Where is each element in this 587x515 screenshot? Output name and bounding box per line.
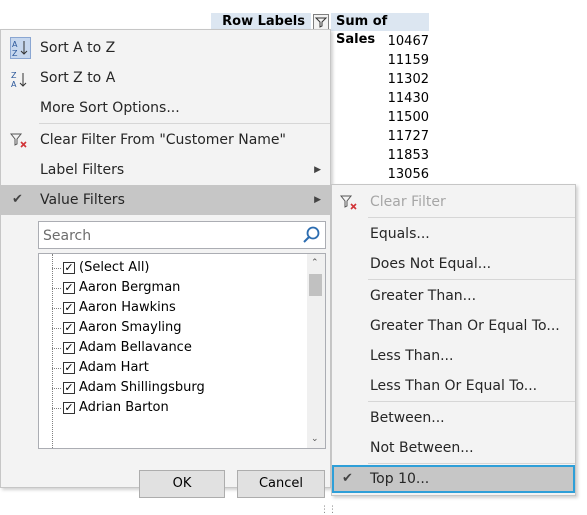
clear-filter-subitem[interactable]: Clear Filter <box>332 187 575 217</box>
menu-divider <box>368 463 575 464</box>
more-sort-options-item[interactable]: More Sort Options... <box>1 93 330 123</box>
submenu-arrow-icon: ▶ <box>314 195 321 205</box>
customer-list-item[interactable]: ✓ Aaron Hawkins <box>39 298 301 318</box>
top-10-label: Top 10... <box>370 471 430 487</box>
less-than-label: Less Than... <box>370 348 454 364</box>
sort-ascending-icon: AZ <box>10 37 31 59</box>
not-between-label: Not Between... <box>370 440 474 456</box>
svg-text:Z: Z <box>11 71 17 80</box>
sales-value-cell[interactable]: 11853 <box>331 146 429 165</box>
filter-dropdown-button[interactable] <box>313 14 329 30</box>
sort-descending-icon: ZA <box>10 70 28 89</box>
greater-than-item[interactable]: Greater Than... <box>332 281 575 311</box>
greater-than-label: Greater Than... <box>370 288 477 304</box>
customer-name-label: Aaron Smayling <box>79 320 182 335</box>
does-not-equal-label: Does Not Equal... <box>370 256 492 272</box>
customer-list-item[interactable]: ✓ Aaron Bergman <box>39 278 301 298</box>
customer-name-label: Adam Bellavance <box>79 340 192 355</box>
clear-filter-icon <box>9 132 28 148</box>
search-input[interactable] <box>41 225 300 247</box>
value-filters-label: Value Filters <box>40 192 125 208</box>
sales-value-cell[interactable]: 11430 <box>331 89 429 108</box>
sort-a-to-z-label: Sort A to Z <box>40 40 116 56</box>
customer-list-item[interactable]: ✓ Adam Shillingsburg <box>39 378 301 398</box>
customer-list-item[interactable]: ✓ Adam Hart <box>39 358 301 378</box>
scroll-down-icon[interactable]: ⌄ <box>311 434 319 444</box>
filter-menu: AZ Sort A to Z ZA Sort Z to A More Sort … <box>0 29 337 515</box>
does-not-equal-item[interactable]: Does Not Equal... <box>332 249 575 279</box>
more-sort-options-label: More Sort Options... <box>40 100 180 116</box>
scrollbar-thumb[interactable] <box>309 274 322 296</box>
greater-than-or-equal-label: Greater Than Or Equal To... <box>370 318 560 334</box>
menu-divider <box>39 123 330 124</box>
clear-filter-label: Clear Filter From "Customer Name" <box>40 132 286 148</box>
customer-name-label: Adam Shillingsburg <box>79 380 205 395</box>
less-than-item[interactable]: Less Than... <box>332 341 575 371</box>
customer-name-label: Adrian Barton <box>79 400 169 415</box>
between-label: Between... <box>370 410 445 426</box>
checkmark-icon: ✔ <box>342 471 353 486</box>
customer-checklist: ✓ (Select All) ✓ Aaron Bergman ✓ Aaron Hawkin… <box>38 253 326 449</box>
customer-list-item[interactable]: ✓ Aaron Smayling <box>39 318 301 338</box>
cancel-button[interactable]: Cancel <box>237 470 325 498</box>
ok-button[interactable]: OK <box>139 470 225 498</box>
checkbox[interactable]: ✓ <box>63 342 75 354</box>
sales-value-cell[interactable]: 11727 <box>331 127 429 146</box>
sales-value-cell[interactable]: 13056 <box>331 165 429 184</box>
not-between-item[interactable]: Not Between... <box>332 433 575 463</box>
checkbox[interactable]: ✓ <box>63 302 75 314</box>
label-filters-label: Label Filters <box>40 162 125 178</box>
top-10-item[interactable]: ✔ Top 10... <box>332 465 575 493</box>
sales-value-cell[interactable]: 11159 <box>331 51 429 70</box>
customer-name-label: Adam Hart <box>79 360 149 375</box>
menu-divider <box>368 217 575 218</box>
value-filters-submenu: Clear Filter Equals... Does Not Equal...… <box>331 184 576 496</box>
less-than-or-equal-item[interactable]: Less Than Or Equal To... <box>332 371 575 401</box>
clear-filter-sublabel: Clear Filter <box>370 194 446 210</box>
customer-list-item[interactable]: ✓ Adam Bellavance <box>39 338 301 358</box>
between-item[interactable]: Between... <box>332 403 575 433</box>
checkbox[interactable]: ✓ <box>63 362 75 374</box>
checkbox[interactable]: ✓ <box>63 322 75 334</box>
less-than-or-equal-label: Less Than Or Equal To... <box>370 378 538 394</box>
search-icon[interactable] <box>300 225 322 245</box>
checkbox[interactable]: ✓ <box>63 262 75 274</box>
svg-text:A: A <box>12 40 18 49</box>
clear-filter-item[interactable]: Clear Filter From "Customer Name" <box>1 125 330 155</box>
sum-of-sales-header[interactable]: Sum of Sales <box>331 13 429 47</box>
svg-text:A: A <box>11 80 17 89</box>
sort-a-to-z-item[interactable]: AZ Sort A to Z <box>1 33 330 63</box>
submenu-arrow-icon: ▶ <box>314 165 321 175</box>
checkbox[interactable]: ✓ <box>63 282 75 294</box>
checkbox[interactable]: ✓ <box>63 402 75 414</box>
svg-text:Z: Z <box>12 49 18 58</box>
checkmark-icon: ✔ <box>12 192 23 207</box>
sales-value-cell[interactable]: 11302 <box>331 70 429 89</box>
checkbox[interactable]: ✓ <box>63 382 75 394</box>
filter-icon <box>314 17 328 28</box>
greater-than-or-equal-item[interactable]: Greater Than Or Equal To... <box>332 311 575 341</box>
list-scrollbar[interactable]: ⌃ ⌄ <box>307 254 325 448</box>
sort-z-to-a-item[interactable]: ZA Sort Z to A <box>1 63 330 93</box>
customer-list-item[interactable]: ✓ (Select All) <box>39 258 301 278</box>
resize-grip-icon[interactable]: ⋮⋮ <box>320 505 337 515</box>
customer-name-label: Aaron Bergman <box>79 280 181 295</box>
menu-divider <box>368 401 575 402</box>
equals-label: Equals... <box>370 226 430 242</box>
sales-value-cell[interactable]: 10467 <box>331 32 429 51</box>
scroll-up-icon[interactable]: ⌃ <box>311 258 319 268</box>
label-filters-item[interactable]: Label Filters ▶ <box>1 155 330 185</box>
customer-name-label: (Select All) <box>79 260 150 275</box>
sales-value-cell[interactable]: 11500 <box>331 108 429 127</box>
equals-item[interactable]: Equals... <box>332 219 575 249</box>
search-box[interactable] <box>38 221 326 249</box>
value-filters-item[interactable]: ✔ Value Filters ▶ <box>1 185 330 215</box>
customer-name-label: Aaron Hawkins <box>79 300 176 315</box>
sort-z-to-a-label: Sort Z to A <box>40 70 116 86</box>
menu-divider <box>368 279 575 280</box>
customer-list-item[interactable]: ✓ Adrian Barton <box>39 398 301 418</box>
